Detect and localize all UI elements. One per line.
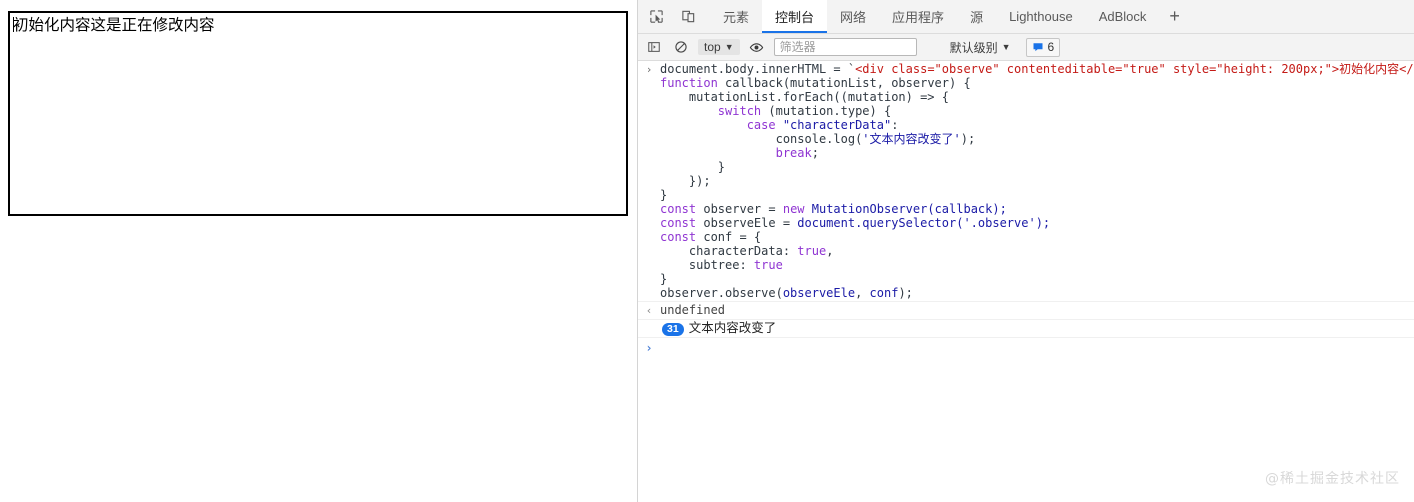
code-token: : [891, 118, 899, 132]
devtools-tabs: 元素 控制台 网络 应用程序 源 Lighthouse AdBlock + [710, 0, 1190, 33]
chevron-down-icon: ▼ [1001, 42, 1011, 52]
message-count-badge[interactable]: 6 [1025, 37, 1061, 57]
tab-network[interactable]: 网络 [827, 0, 879, 33]
code-token: observer.observe( [660, 286, 783, 300]
page-preview-pane: 初始化内容这是正在修改内容 [0, 0, 638, 502]
code-token: MutationObserver(callback); [811, 202, 1007, 216]
tab-application[interactable]: 应用程序 [879, 0, 957, 33]
devtools-tabbar: 元素 控制台 网络 应用程序 源 Lighthouse AdBlock + [638, 0, 1414, 34]
code-token: } [660, 188, 668, 202]
watermark: @稀土掘金技术社区 [1265, 471, 1400, 487]
tab-label: AdBlock [1098, 9, 1147, 24]
code-token: conf = { [703, 230, 762, 244]
code-token: const [660, 230, 704, 244]
devtools-panel: 元素 控制台 网络 应用程序 源 Lighthouse AdBlock + to… [638, 0, 1414, 502]
inspect-cursor-icon[interactable] [644, 5, 668, 29]
result-arrow-icon: ‹ [645, 304, 653, 317]
device-toolbar-icon[interactable] [676, 5, 700, 29]
code-token: ; [811, 146, 819, 160]
code-token: '文本内容改变了' [862, 132, 961, 146]
speech-bubble-icon [1033, 43, 1043, 52]
code-token: observeEle = [703, 216, 798, 230]
chevron-down-icon: ▼ [724, 42, 734, 52]
code-token: ); [1035, 216, 1051, 230]
code-token: true [797, 244, 827, 258]
observe-div-text: 初始化内容这是正在修改内容 [13, 16, 215, 34]
tab-label: 应用程序 [892, 10, 945, 25]
prompt-arrow-icon: › [645, 341, 653, 355]
input-arrow-icon: › [645, 63, 653, 76]
code-token: console.log( [660, 132, 863, 146]
console-filter-input[interactable] [773, 38, 917, 56]
observe-contenteditable-div[interactable]: 初始化内容这是正在修改内容 [8, 11, 628, 216]
code-token: callback(mutationList, observer) { [725, 76, 971, 90]
devtools-tool-icons [638, 0, 704, 33]
console-input-entry: › document.body.innerHTML = `<div class=… [638, 61, 1414, 302]
code-token: ); [960, 132, 976, 146]
tab-label: 源 [970, 10, 984, 25]
code-token: observer = [703, 202, 783, 216]
console-prompt-row[interactable]: › [638, 338, 1414, 358]
code-token: }); [660, 174, 711, 188]
log-level-label: 默认级别 [949, 40, 998, 55]
tab-lighthouse[interactable]: Lighthouse [996, 0, 1086, 33]
console-result-entry: ‹ undefined [638, 302, 1414, 320]
console-log-message: 文本内容改变了 [688, 321, 777, 335]
code-token: } [660, 272, 668, 286]
code-token: true [753, 258, 783, 272]
tab-label: Lighthouse [1009, 9, 1073, 24]
code-token: const [660, 216, 704, 230]
code-token: ` [847, 62, 856, 76]
code-token: document.querySelector( [797, 216, 964, 230]
console-filter-toolbar: top ▼ 默认级别 ▼ 6 [638, 34, 1414, 61]
tab-console[interactable]: 控制台 [762, 0, 828, 33]
code-token: switch [660, 104, 769, 118]
code-token: case [660, 118, 783, 132]
code-token: new [782, 202, 812, 216]
console-log-line: 31 文本内容改变了 [660, 321, 1414, 336]
code-token: conf [869, 286, 899, 300]
log-level-dropdown[interactable]: 默认级别 ▼ [950, 39, 1011, 56]
code-token: , [855, 286, 870, 300]
app-root: 初始化内容这是正在修改内容 元素 控制台 网络 应用程序 源 Lighthous… [0, 0, 1414, 502]
console-result-value: undefined [660, 303, 726, 317]
sidebar-toggle-icon[interactable] [644, 37, 664, 57]
code-token: const [660, 202, 704, 216]
tab-elements[interactable]: 元素 [710, 0, 762, 33]
code-token: <div class="observe" contenteditable="tr… [855, 62, 1414, 76]
code-token: (mutation.type) { [768, 104, 892, 118]
add-tab-button[interactable]: + [1159, 0, 1190, 33]
code-token: function [660, 76, 726, 90]
code-token: break [660, 146, 812, 160]
code-token: "characterData" [782, 118, 892, 132]
code-token: , [826, 244, 834, 258]
code-token: } [660, 160, 726, 174]
code-token: ); [898, 286, 913, 300]
tab-sources[interactable]: 源 [957, 0, 996, 33]
console-input-code: document.body.innerHTML = `<div class="o… [660, 62, 1414, 300]
tab-adblock[interactable]: AdBlock [1086, 0, 1160, 33]
tab-label: 元素 [723, 10, 750, 25]
code-token: mutationList.forEach((mutation) => { [660, 90, 949, 104]
execution-context-label: top [704, 40, 721, 54]
code-token: observeEle [782, 286, 856, 300]
console-log-entry: 31 文本内容改变了 [638, 320, 1414, 338]
tab-label: 网络 [840, 10, 867, 25]
code-token: '.observe' [963, 216, 1036, 230]
repeat-count-badge: 31 [662, 323, 684, 336]
code-token: document.body.innerHTML = [660, 62, 848, 76]
execution-context-dropdown[interactable]: top ▼ [698, 39, 740, 55]
code-token: subtree: [660, 258, 754, 272]
log-gutter [638, 328, 660, 329]
eye-icon[interactable] [747, 37, 767, 57]
code-token: characterData: [660, 244, 798, 258]
tab-label: 控制台 [775, 10, 815, 25]
message-count-value: 6 [1047, 40, 1055, 54]
console-output[interactable]: › document.body.innerHTML = `<div class=… [638, 61, 1414, 502]
clear-console-icon[interactable] [671, 37, 691, 57]
